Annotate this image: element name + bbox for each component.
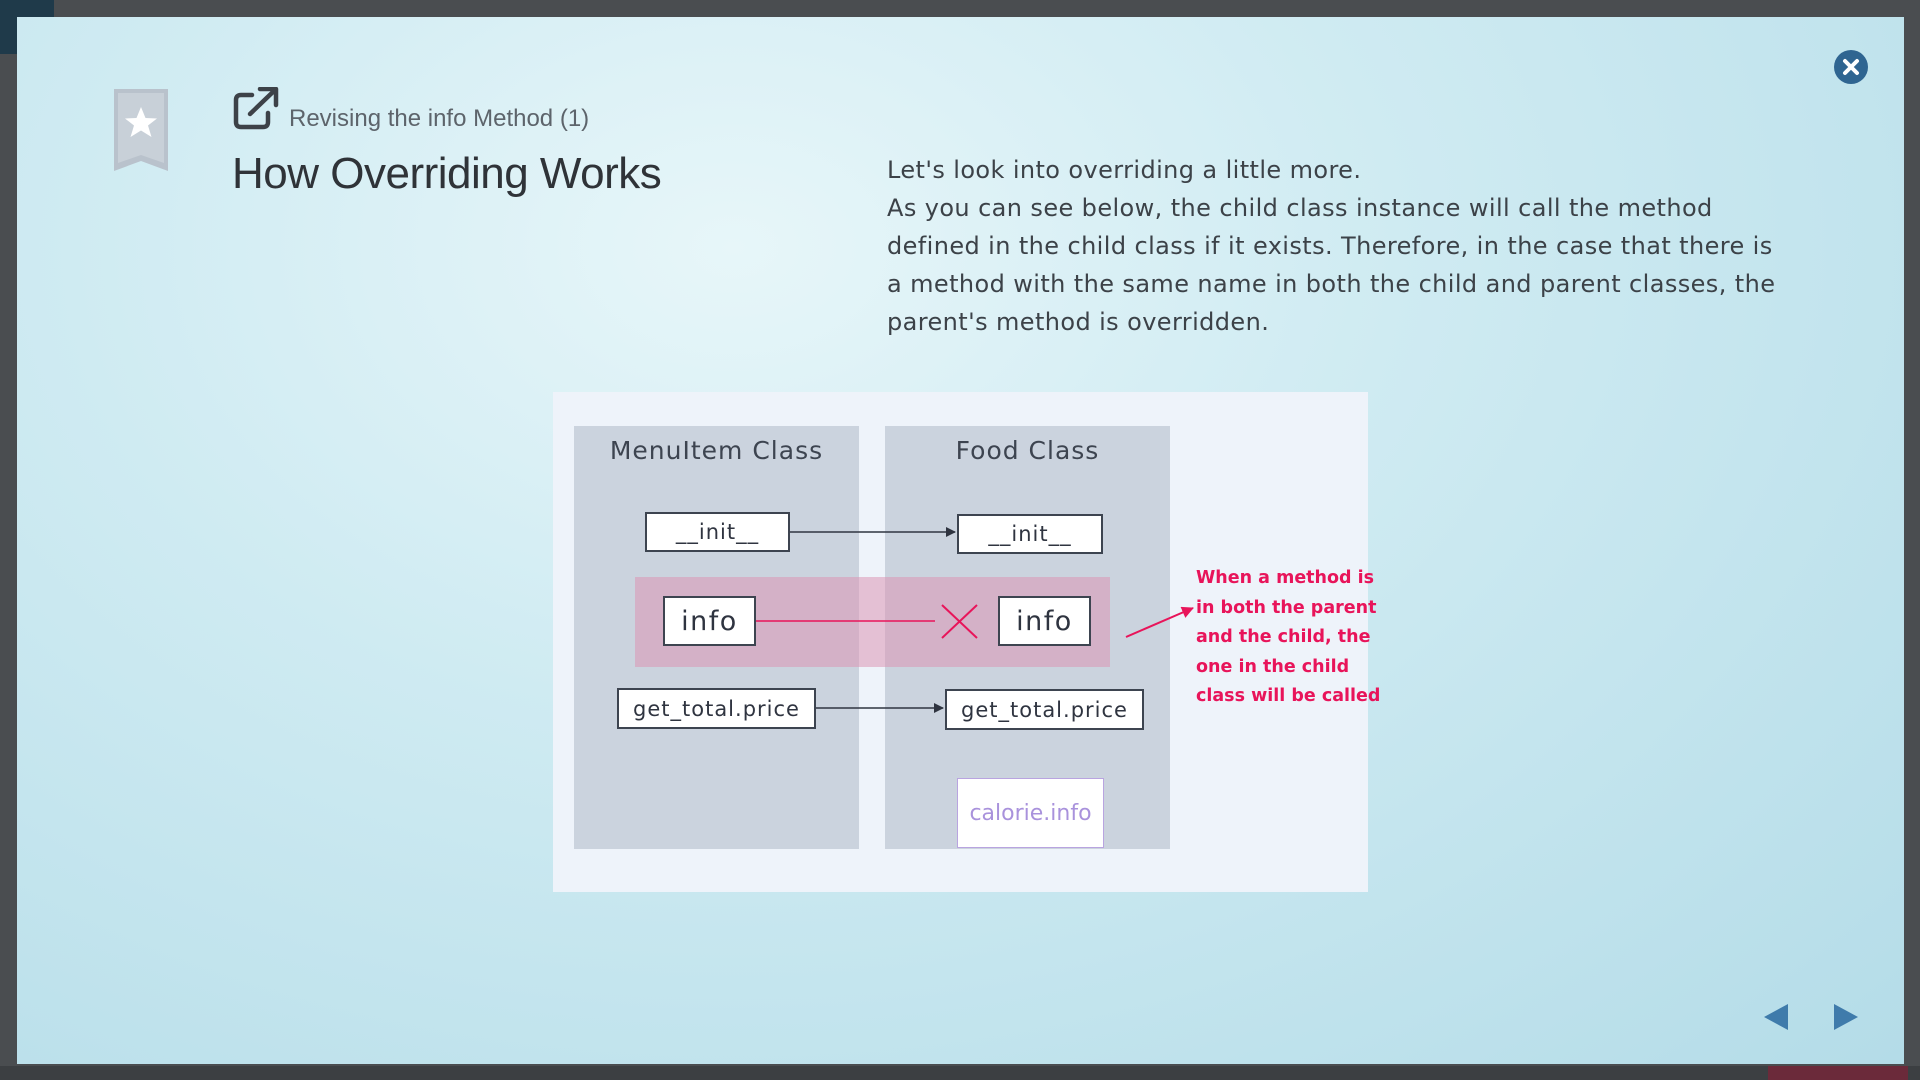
close-button[interactable]	[1834, 50, 1868, 84]
child-get-total-price-method: get_total.price	[945, 689, 1144, 730]
child-info-method: info	[998, 596, 1091, 646]
parent-get-total-price-method: get_total.price	[617, 688, 816, 729]
lesson-description: Let's look into overriding a little more…	[887, 151, 1787, 341]
close-icon	[1843, 59, 1859, 75]
override-diagram: MenuItem Class Food Class __init__ info …	[553, 392, 1380, 892]
override-note: When a method is in both the parent and …	[1196, 568, 1381, 706]
arrow-left-icon	[1764, 1004, 1788, 1030]
description-paragraph: Let's look into overriding a little more…	[887, 156, 1362, 184]
lesson-modal: Revising the info Method (1) How Overrid…	[17, 17, 1904, 1064]
previous-slide-button[interactable]	[1759, 1000, 1793, 1034]
child-class-title: Food Class	[955, 436, 1100, 465]
child-calorie-info-method: calorie.info	[957, 778, 1104, 848]
background-contact-button	[1768, 1066, 1908, 1080]
background-status-bar	[0, 1066, 1920, 1080]
parent-info-method: info	[663, 596, 756, 646]
bookmark-button[interactable]	[112, 89, 170, 171]
next-slide-button[interactable]	[1829, 1000, 1863, 1034]
external-link-icon	[233, 86, 279, 130]
description-paragraph: As you can see below, the child class in…	[887, 194, 1776, 336]
parent-init-method: __init__	[645, 512, 790, 552]
page-title: How Overriding Works	[232, 149, 662, 198]
open-external-button[interactable]	[232, 86, 280, 131]
lesson-subtitle: Revising the info Method (1)	[289, 105, 590, 132]
child-init-method: __init__	[957, 514, 1103, 554]
arrow-right-icon	[1834, 1004, 1858, 1030]
parent-class-title: MenuItem Class	[609, 436, 824, 465]
bookmark-star-icon	[114, 89, 168, 171]
